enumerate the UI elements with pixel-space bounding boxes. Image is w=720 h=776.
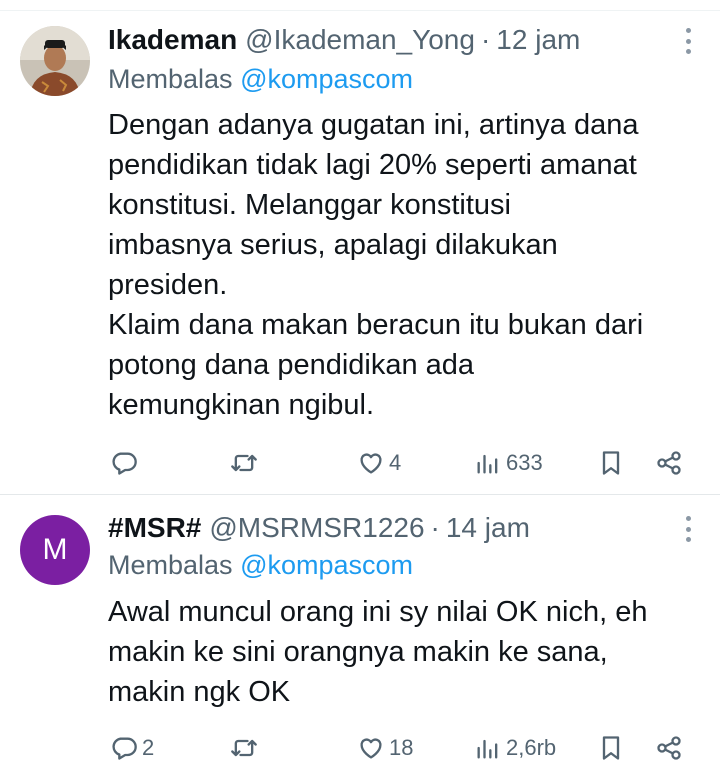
reply-mention-link[interactable]: @kompascom [240, 64, 413, 94]
tweet[interactable]: Ikademan @Ikademan_Yong · 12 jam Membala… [0, 0, 720, 494]
tweet-text: Dengan adanya gugatan ini, artinya dana … [108, 105, 700, 425]
bookmark-button[interactable] [597, 443, 625, 483]
tweet-text-line: pendidikan tidak lagi 20% seperti amanat [108, 149, 637, 181]
reply-button[interactable]: 2 [110, 728, 154, 768]
tweet-text-line: konstitusi. Melanggar konstitusi [108, 189, 511, 221]
tweet-text-line: kemungkinan ngibul. [108, 389, 375, 421]
tweet-text-line: presiden. [108, 269, 228, 301]
tweet-text-line: Dengan adanya gugatan ini, artinya dana [108, 109, 639, 141]
bookmark-button[interactable] [597, 728, 625, 768]
views-chart-icon [477, 454, 498, 474]
user-avatar[interactable]: M [20, 515, 90, 585]
timestamp[interactable]: 12 jam [496, 24, 580, 56]
tweet[interactable]: M #MSR# @MSRMSR1226 · 14 jam Membalas @k… [0, 494, 720, 776]
bookmark-icon [602, 451, 620, 475]
heart-icon [360, 453, 382, 474]
views-button[interactable]: 633 [474, 443, 543, 483]
display-name[interactable]: #MSR# [108, 512, 201, 544]
views-button[interactable]: 2,6rb [474, 728, 556, 768]
reply-prefix: Membalas [108, 64, 233, 94]
share-icon [657, 736, 681, 760]
reply-prefix: Membalas [108, 550, 233, 580]
user-avatar[interactable] [20, 26, 90, 96]
display-name[interactable]: Ikademan [108, 24, 237, 56]
reply-button[interactable] [110, 443, 142, 483]
tweet-text-line: makin ke sini orangnya makin ke sana, [108, 636, 608, 668]
more-options-icon[interactable] [684, 28, 692, 54]
more-options-icon[interactable] [684, 516, 692, 542]
share-icon [657, 451, 681, 475]
like-button[interactable]: 18 [357, 728, 413, 768]
retweet-icon [231, 739, 257, 757]
timestamp[interactable]: 14 jam [446, 512, 530, 544]
tweet-actions: 4 633 [0, 443, 720, 483]
tweet-header: #MSR# @MSRMSR1226 · 14 jam [108, 510, 680, 546]
user-handle[interactable]: @Ikademan_Yong [245, 24, 475, 56]
share-button[interactable] [655, 443, 683, 483]
tweet-text-line: makin ngk OK [108, 676, 291, 708]
tweet-header: Ikademan @Ikademan_Yong · 12 jam [108, 22, 680, 58]
share-button[interactable] [655, 728, 683, 768]
separator-dot: · [480, 24, 491, 55]
views-chart-icon [477, 739, 498, 759]
person-photo-icon [20, 26, 90, 96]
reply-icon [112, 452, 137, 475]
reply-context: Membalas @kompascom [108, 550, 413, 584]
tweet-text-line: Klaim dana makan beracun itu bukan dari [108, 309, 644, 341]
like-count: 4 [389, 450, 402, 475]
views-count: 2,6rb [506, 735, 557, 760]
tweet-text: Awal muncul orang ini sy nilai OK nich, … [108, 592, 700, 712]
bookmark-icon [602, 736, 620, 760]
tweet-actions: 2 18 2,6rb [0, 728, 720, 768]
reply-context: Membalas @kompascom [108, 64, 413, 98]
user-handle[interactable]: @MSRMSR1226 [209, 512, 424, 544]
like-button[interactable]: 4 [357, 443, 401, 483]
separator-dot: · [430, 512, 440, 543]
reply-mention-link[interactable]: @kompascom [240, 550, 413, 580]
tweet-text-line: potong dana pendidikan ada [108, 349, 475, 381]
retweet-button[interactable] [230, 443, 262, 483]
retweet-button[interactable] [230, 728, 262, 768]
tweet-text-line: Awal muncul orang ini sy nilai OK nich, … [108, 596, 648, 628]
heart-icon [360, 738, 382, 759]
reply-count: 2 [142, 735, 155, 760]
views-count: 633 [506, 450, 543, 475]
like-count: 18 [389, 735, 414, 760]
retweet-icon [231, 454, 257, 472]
tweet-text-line: imbasnya serius, apalagi dilakukan [108, 229, 558, 261]
reply-icon [112, 737, 137, 760]
